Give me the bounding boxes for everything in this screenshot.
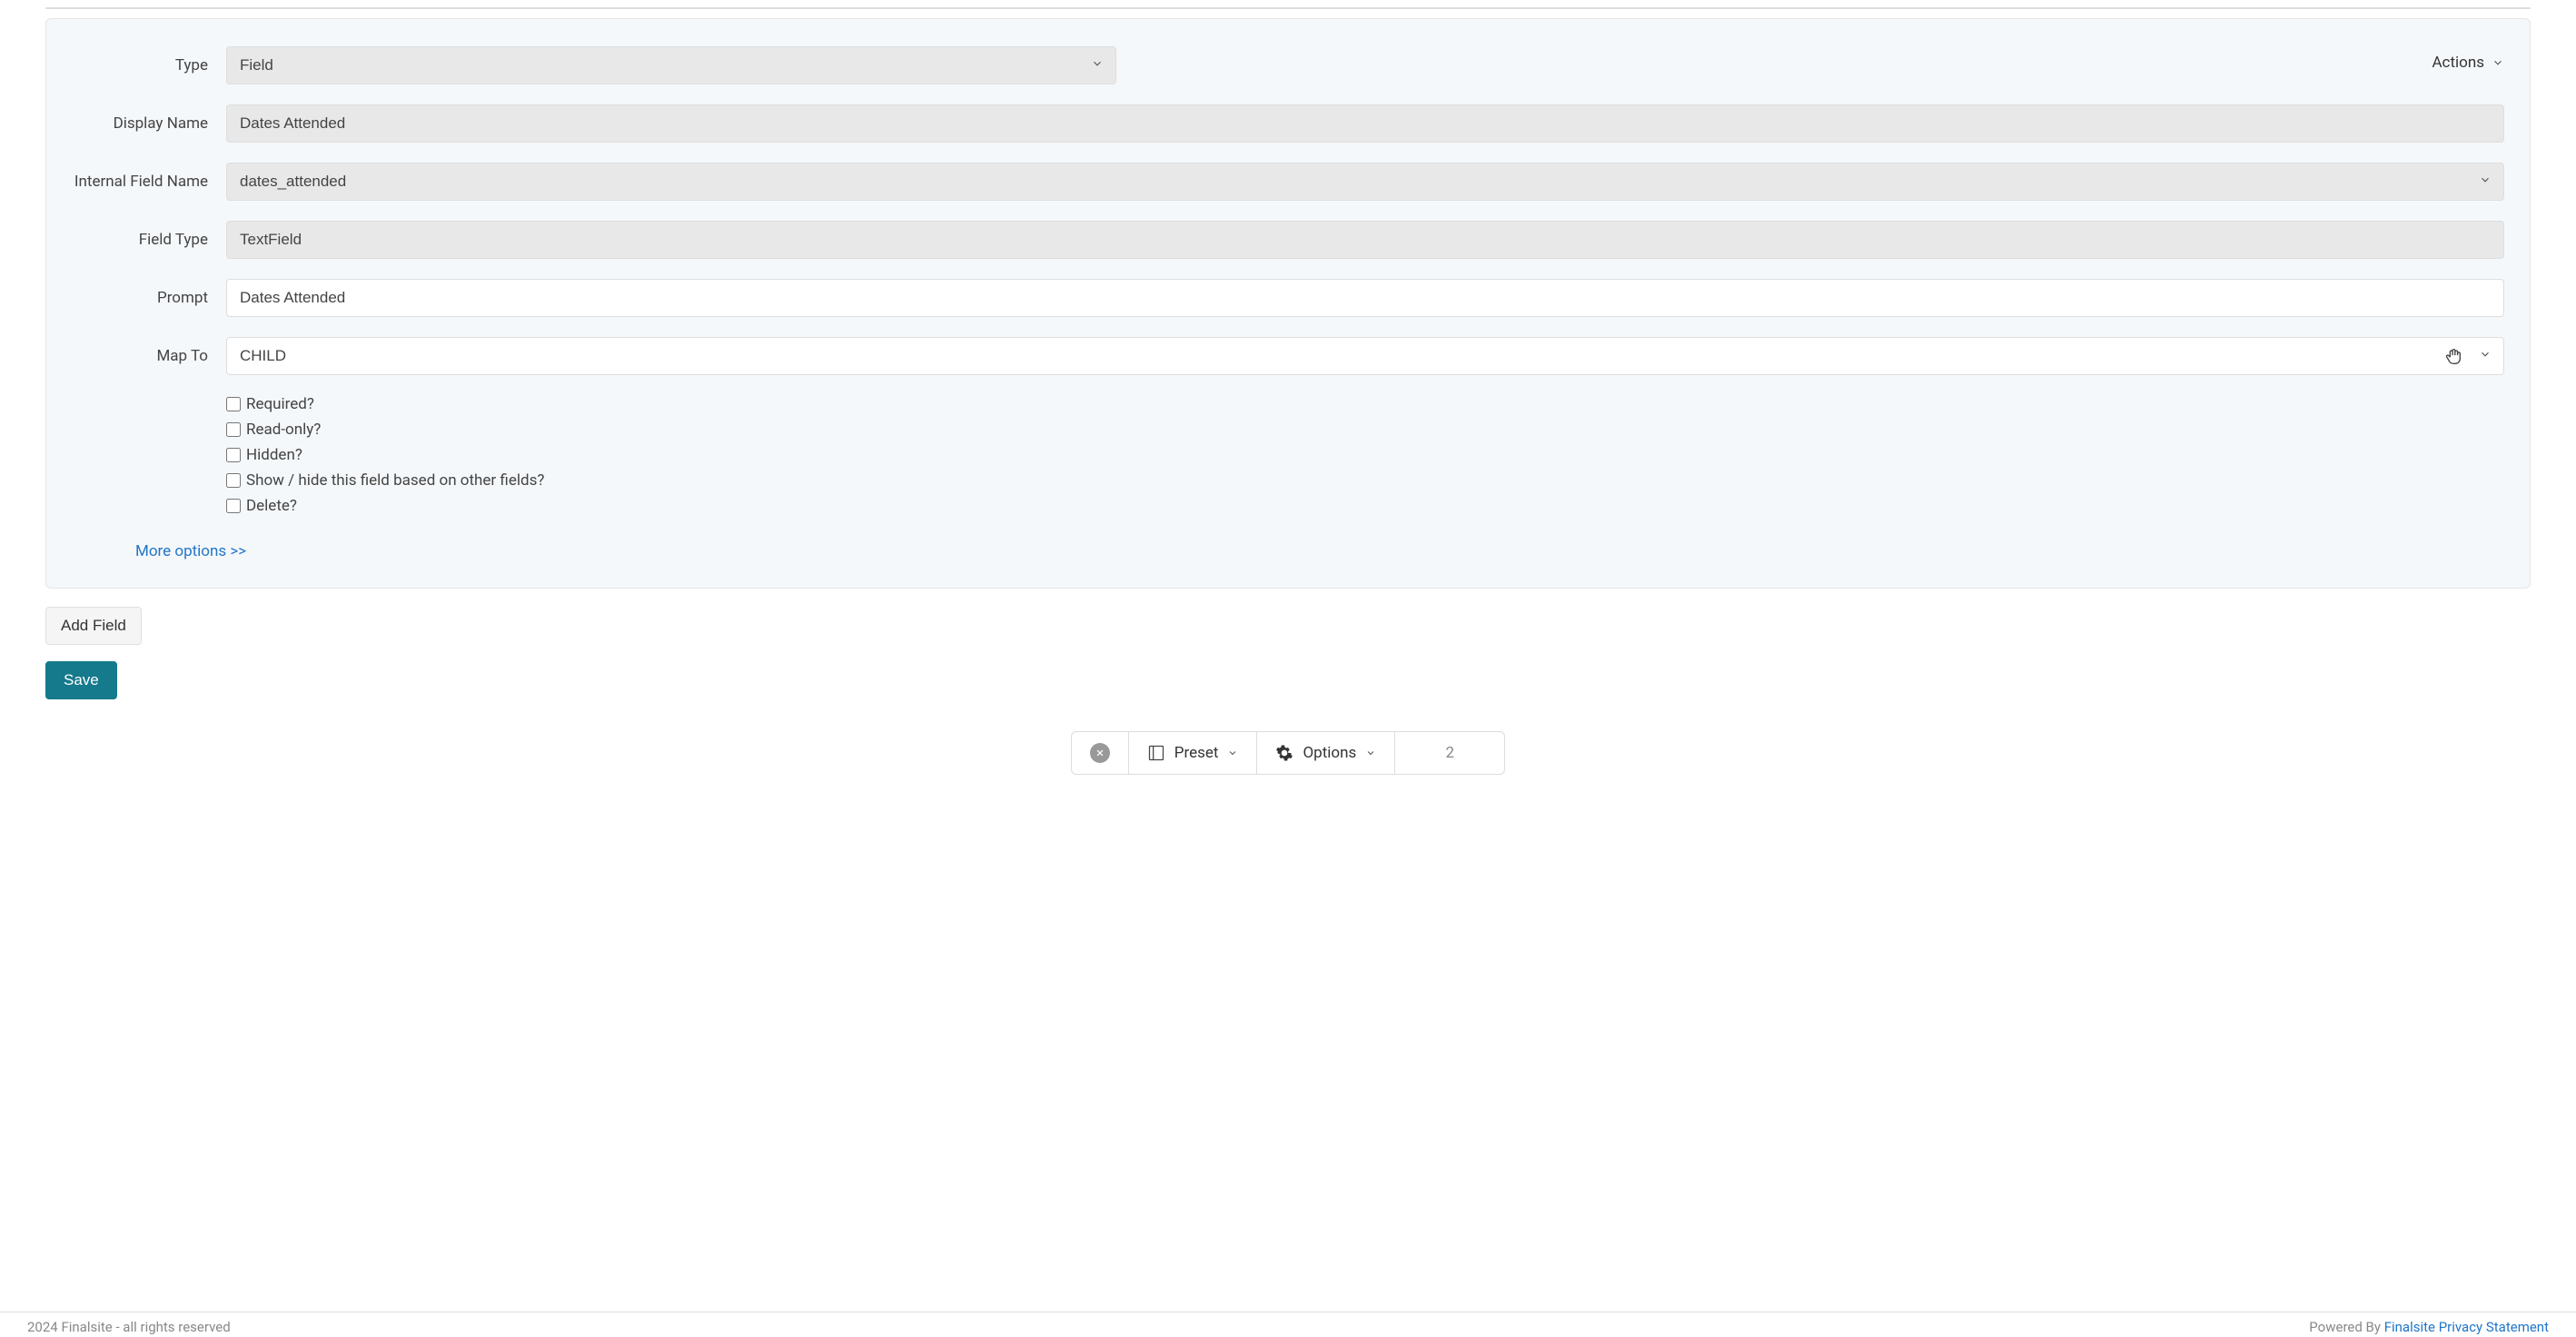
- internal-name-label: Internal Field Name: [72, 173, 226, 191]
- map-to-label: Map To: [72, 347, 226, 365]
- delete-label: Delete?: [246, 497, 297, 515]
- gear-icon: [1275, 744, 1293, 762]
- preset-dropdown[interactable]: Preset: [1129, 732, 1258, 774]
- internal-name-select[interactable]: [226, 163, 2504, 201]
- copyright-text: 2024 Finalsite - all rights reserved: [27, 1319, 231, 1335]
- readonly-checkbox[interactable]: [226, 422, 241, 437]
- type-label: Type: [72, 56, 226, 74]
- checkbox-list: Required? Read-only? Hidden? Show / hide…: [226, 395, 2504, 515]
- chevron-down-icon: [1365, 748, 1376, 758]
- readonly-label: Read-only?: [246, 421, 321, 439]
- chevron-down-icon: [1227, 748, 1238, 758]
- powered-by-text: Powered By: [2309, 1319, 2383, 1335]
- display-name-label: Display Name: [72, 114, 226, 133]
- save-button[interactable]: Save: [45, 661, 117, 699]
- top-panel-border: [45, 7, 2531, 9]
- field-type-input[interactable]: [226, 221, 2504, 259]
- hidden-checkbox[interactable]: [226, 448, 241, 462]
- page-number-input[interactable]: 2: [1395, 732, 1504, 774]
- prompt-label: Prompt: [72, 289, 226, 307]
- close-icon: [1090, 743, 1110, 763]
- chevron-down-icon: [2492, 56, 2504, 69]
- preset-label: Preset: [1174, 744, 1219, 762]
- field-type-label: Field Type: [72, 231, 226, 249]
- page-number-value: 2: [1445, 744, 1454, 762]
- showhide-label: Show / hide this field based on other fi…: [246, 471, 544, 490]
- options-dropdown[interactable]: Options: [1257, 732, 1395, 774]
- hand-drag-icon: [2443, 346, 2463, 366]
- actions-dropdown[interactable]: Actions: [2432, 54, 2504, 72]
- prompt-input[interactable]: [226, 279, 2504, 317]
- map-to-select[interactable]: [226, 337, 2504, 375]
- required-checkbox[interactable]: [226, 397, 241, 411]
- bottom-toolbar: Preset Options 2: [18, 731, 2558, 775]
- field-configuration-panel: Actions Type Display Name Internal Field…: [45, 18, 2531, 589]
- add-field-button[interactable]: Add Field: [45, 607, 142, 645]
- more-options-link[interactable]: More options >>: [135, 542, 246, 560]
- privacy-link[interactable]: Finalsite Privacy Statement: [2384, 1319, 2549, 1335]
- actions-label: Actions: [2432, 54, 2484, 72]
- delete-checkbox[interactable]: [226, 499, 241, 513]
- close-toolbar-button[interactable]: [1072, 732, 1129, 774]
- options-label: Options: [1303, 744, 1356, 762]
- page-footer: 2024 Finalsite - all rights reserved Pow…: [0, 1312, 2576, 1337]
- required-label: Required?: [246, 395, 314, 413]
- hidden-label: Hidden?: [246, 446, 302, 464]
- type-select[interactable]: [226, 46, 1116, 84]
- preset-icon: [1147, 744, 1165, 762]
- showhide-checkbox[interactable]: [226, 473, 241, 488]
- display-name-input[interactable]: [226, 104, 2504, 143]
